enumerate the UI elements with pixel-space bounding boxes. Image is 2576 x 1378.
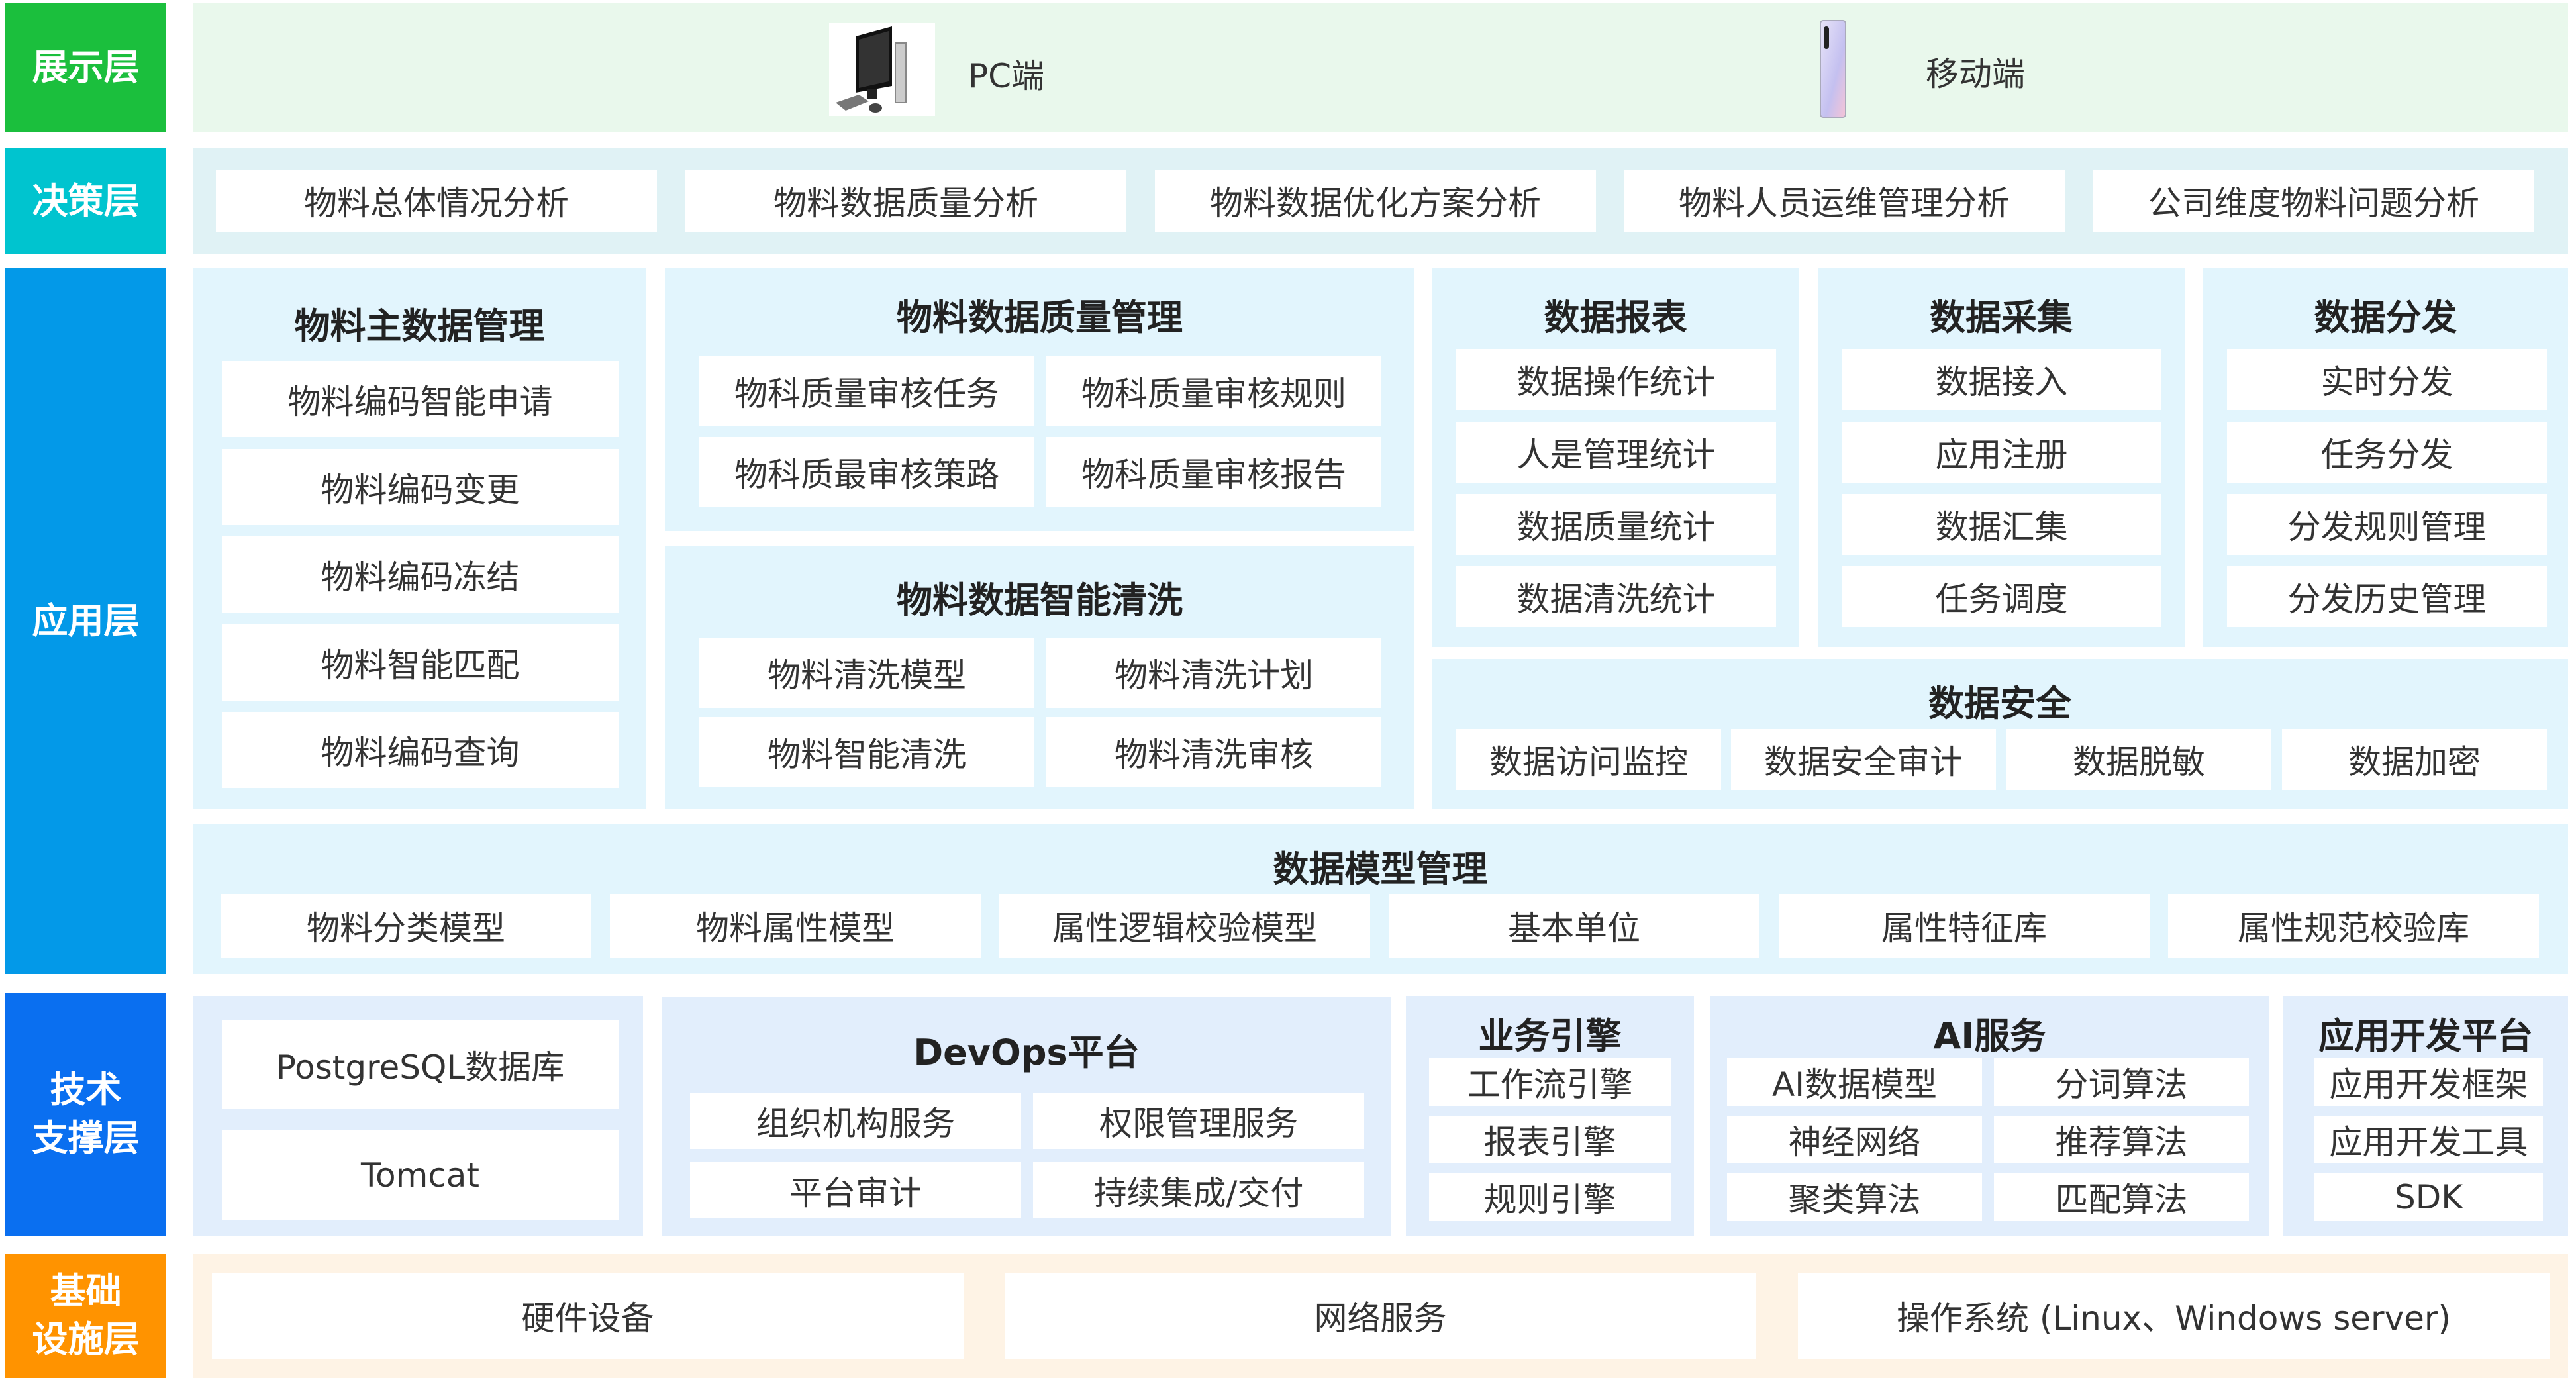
data-cleaning-title: 物料数据智能清洗 [897, 579, 1183, 621]
infra-item[interactable]: 硬件设备 [212, 1273, 964, 1359]
data-model-title: 数据模型管理 [1273, 848, 1488, 890]
distribute-item[interactable]: 实时分发 [2227, 349, 2547, 410]
devops-title: DevOps平台 [913, 1032, 1140, 1073]
master-item[interactable]: 物料编码变更 [222, 449, 619, 525]
distribute-item[interactable]: 分发历史管理 [2227, 566, 2547, 627]
report-item[interactable]: 数据操作统计 [1456, 349, 1776, 410]
layer-label-infra: 基础 设施层 [5, 1254, 166, 1378]
devops-item[interactable]: 持续集成/交付 [1033, 1162, 1364, 1218]
security-item[interactable]: 数据访问监控 [1456, 729, 1721, 790]
collect-item[interactable]: 任务调度 [1842, 566, 2161, 627]
cleaning-item[interactable]: 物料清洗计划 [1046, 638, 1381, 708]
quality-item[interactable]: 物科质量审核报告 [1046, 437, 1381, 507]
decision-item[interactable]: 物料数据质量分析 [685, 170, 1126, 232]
ai-item[interactable]: 分词算法 [1994, 1058, 2249, 1106]
data-distribute-title: 数据分发 [2314, 297, 2457, 338]
report-item[interactable]: 人是管理统计 [1456, 422, 1776, 483]
material-master-data-title: 物料主数据管理 [294, 305, 545, 347]
devplatform-item[interactable]: SDK [2314, 1173, 2543, 1221]
engine-item[interactable]: 工作流引擎 [1429, 1058, 1671, 1106]
devplatform-item[interactable]: 应用开发框架 [2314, 1058, 2543, 1106]
report-item[interactable]: 数据质量统计 [1456, 494, 1776, 555]
desktop-computer-icon [829, 23, 935, 116]
decision-item[interactable]: 物料人员运维管理分析 [1624, 170, 2065, 232]
cleaning-item[interactable]: 物料清洗模型 [699, 638, 1034, 708]
model-item[interactable]: 属性特征库 [1779, 894, 2150, 958]
devops-item[interactable]: 平台审计 [690, 1162, 1021, 1218]
data-report-title: 数据报表 [1544, 297, 1687, 338]
model-item[interactable]: 物料分类模型 [221, 894, 591, 958]
distribute-item[interactable]: 任务分发 [2227, 422, 2547, 483]
pc-label: PC端 [968, 57, 1045, 95]
distribute-item[interactable]: 分发规则管理 [2227, 494, 2547, 555]
devops-item[interactable]: 权限管理服务 [1033, 1093, 1364, 1149]
data-security-title: 数据安全 [1928, 683, 2071, 724]
model-item[interactable]: 物料属性模型 [610, 894, 981, 958]
master-item[interactable]: 物料编码查询 [222, 712, 619, 788]
ai-service-title: AI服务 [1933, 1015, 2046, 1057]
engine-item[interactable]: 报表引擎 [1429, 1116, 1671, 1163]
engine-item[interactable]: 规则引擎 [1429, 1173, 1671, 1221]
devplatform-item[interactable]: 应用开发工具 [2314, 1116, 2543, 1163]
infra-item[interactable]: 操作系统 (Linux、Windows server) [1798, 1273, 2550, 1359]
master-item[interactable]: 物料编码智能申请 [222, 361, 619, 437]
master-item[interactable]: 物料智能匹配 [222, 624, 619, 701]
model-item[interactable]: 基本单位 [1389, 894, 1759, 958]
business-engine-title: 业务引擎 [1478, 1015, 1622, 1057]
report-item[interactable]: 数据清洗统计 [1456, 566, 1776, 627]
smartphone-icon [1820, 20, 1846, 118]
decision-item[interactable]: 物料数据优化方案分析 [1155, 170, 1596, 232]
ai-item[interactable]: 聚类算法 [1727, 1173, 1982, 1221]
model-item[interactable]: 属性规范校验库 [2168, 894, 2539, 958]
collect-item[interactable]: 数据接入 [1842, 349, 2161, 410]
data-quality-title: 物料数据质量管理 [897, 297, 1183, 338]
layer-label-decision: 决策层 [5, 148, 166, 254]
collect-item[interactable]: 数据汇集 [1842, 494, 2161, 555]
security-item[interactable]: 数据脱敏 [2006, 729, 2271, 790]
layer-label-tech: 技术 支撑层 [5, 993, 166, 1236]
quality-item[interactable]: 物科质量审核任务 [699, 356, 1034, 426]
mobile-label: 移动端 [1926, 55, 2025, 93]
cleaning-item[interactable]: 物料清洗审核 [1046, 717, 1381, 787]
master-item[interactable]: 物料编码冻结 [222, 536, 619, 613]
ai-item[interactable]: 推荐算法 [1994, 1116, 2249, 1163]
model-item[interactable]: 属性逻辑校验模型 [999, 894, 1370, 958]
security-item[interactable]: 数据加密 [2282, 729, 2547, 790]
layer-label-presentation: 展示层 [5, 3, 166, 132]
ai-item[interactable]: 神经网络 [1727, 1116, 1982, 1163]
ai-item[interactable]: AI数据模型 [1727, 1058, 1982, 1106]
infra-item[interactable]: 网络服务 [1005, 1273, 1756, 1359]
layer-label-application: 应用层 [5, 268, 166, 974]
devops-item[interactable]: 组织机构服务 [690, 1093, 1021, 1149]
app-dev-platform-title: 应用开发平台 [2318, 1015, 2533, 1057]
db-item[interactable]: PostgreSQL数据库 [222, 1020, 619, 1109]
decision-item[interactable]: 物料总体情况分析 [216, 170, 657, 232]
cleaning-item[interactable]: 物料智能清洗 [699, 717, 1034, 787]
security-item[interactable]: 数据安全审计 [1731, 729, 1996, 790]
db-item[interactable]: Tomcat [222, 1130, 619, 1220]
presentation-panel [193, 3, 2568, 132]
quality-item[interactable]: 物科质量审核规则 [1046, 356, 1381, 426]
ai-item[interactable]: 匹配算法 [1994, 1173, 2249, 1221]
collect-item[interactable]: 应用注册 [1842, 422, 2161, 483]
decision-item[interactable]: 公司维度物料问题分析 [2093, 170, 2534, 232]
data-collect-title: 数据采集 [1930, 297, 2073, 338]
quality-item[interactable]: 物科质最审核策路 [699, 437, 1034, 507]
